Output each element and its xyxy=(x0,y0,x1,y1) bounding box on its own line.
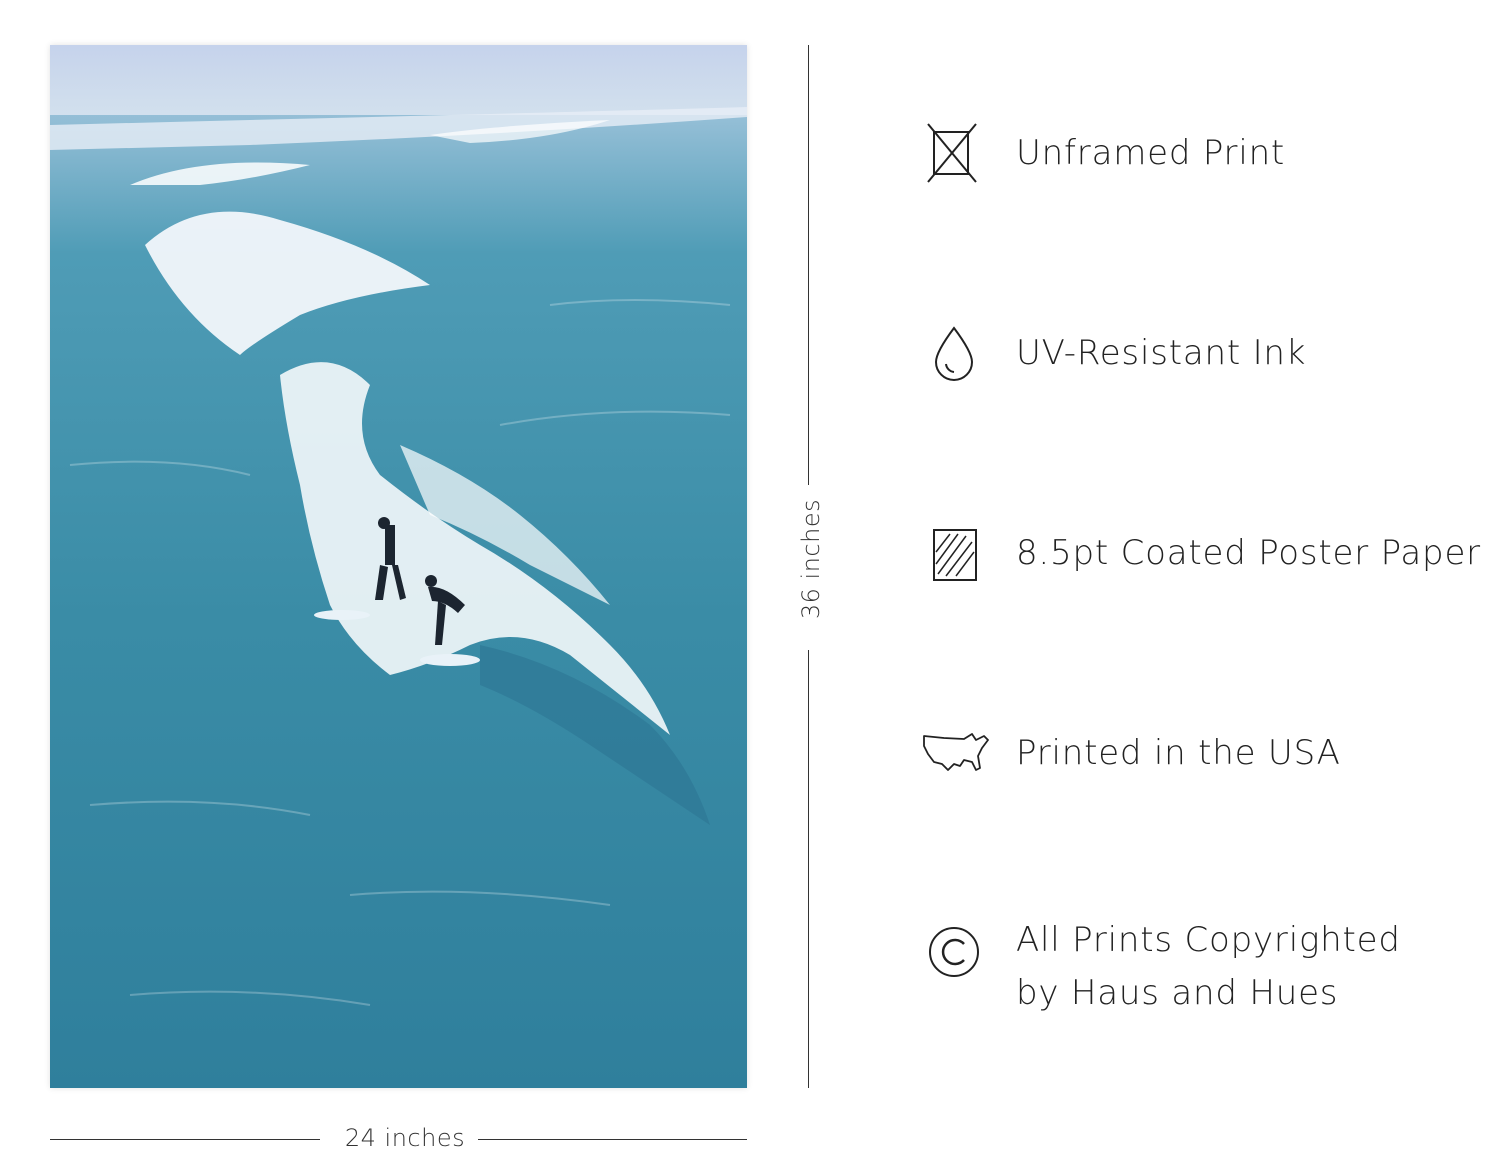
feature-label: Printed in the USA xyxy=(1016,732,1341,773)
width-dimension-line-right xyxy=(478,1139,747,1140)
unframed-icon xyxy=(920,118,992,188)
height-dimension-label: 36 inches xyxy=(797,498,825,620)
feature-copyright: All Prints Copyrighted by Haus and Hues xyxy=(920,920,1401,1030)
feature-label: All Prints Copyrighted by Haus and Hues xyxy=(1016,914,1401,1019)
usa-map-icon xyxy=(920,718,992,788)
width-dimension-label: 24 inches xyxy=(344,1124,466,1152)
feature-ink: UV-Resistant Ink xyxy=(920,318,1306,388)
paper-icon xyxy=(920,518,992,588)
feature-label: Unframed Print xyxy=(1016,132,1286,173)
surf-photo xyxy=(50,45,747,1088)
ink-drop-icon xyxy=(920,318,992,388)
height-dimension-line-top xyxy=(808,45,809,485)
copyright-icon xyxy=(920,920,992,982)
feature-label-line-2: by Haus and Hues xyxy=(1016,972,1339,1013)
poster-image xyxy=(50,45,747,1088)
feature-paper: 8.5pt Coated Poster Paper xyxy=(920,518,1481,588)
feature-label-line-1: All Prints Copyrighted xyxy=(1016,920,1401,960)
feature-usa: Printed in the USA xyxy=(920,718,1341,788)
feature-unframed: Unframed Print xyxy=(920,118,1285,188)
feature-label: 8.5pt Coated Poster Paper xyxy=(1016,532,1481,573)
height-dimension-line-bottom xyxy=(808,650,809,1088)
width-dimension-line-left xyxy=(50,1139,320,1140)
feature-label: UV-Resistant Ink xyxy=(1016,332,1307,373)
